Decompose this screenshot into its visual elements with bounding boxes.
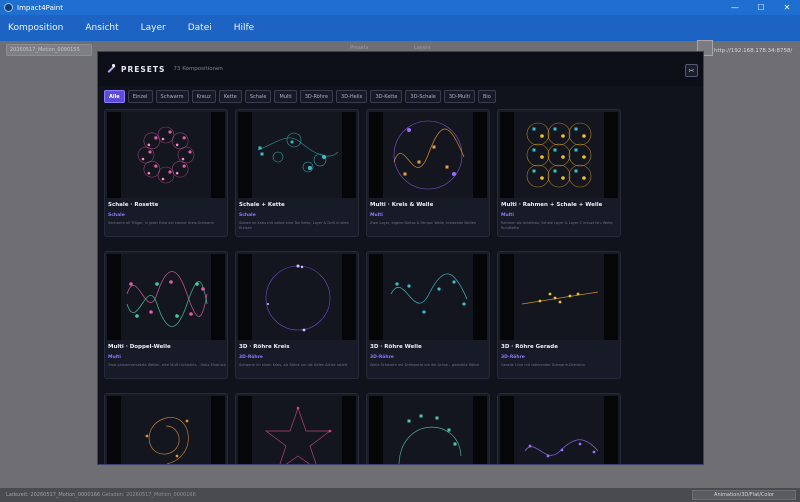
preset-category: 3D-Röhre [239,355,263,360]
minimize-button[interactable]: — [722,0,748,15]
presets-modal: PRESETS 73 Kompositionen ✂ Alle Einzel Sch… [97,51,704,465]
filter-chip[interactable]: 3D-Röhre [299,90,334,103]
preset-title: 3D · Röhre Gerade [501,344,558,350]
filter-chip[interactable]: Schwarm [155,90,189,103]
magic-wand-icon [106,64,116,74]
preset-description: Schwarm im einen Kreis, als Röhre um die… [239,363,348,367]
menu-bar: Komposition Ansicht Layer Datei Hilfe [0,15,800,41]
preset-title: Multi · Rahmen + Schale + Welle [501,202,603,208]
preset-category: 3D-Röhre [370,355,394,360]
preset-card[interactable] [497,393,621,464]
status-bar: Ladezeit: 20260517_Motion_0000166 Gelade… [0,488,800,502]
filter-chip[interactable]: 3D-Helix [336,90,368,103]
preset-thumbnail [107,254,225,340]
preset-description: Welle Schwarm mit Drehwerte um die Achse… [370,363,480,367]
filter-chip[interactable]: Alle [104,90,125,103]
app-logo-icon [4,3,13,12]
preset-thumbnail [107,112,225,198]
preset-card[interactable]: Schale + Kette Schale Sieben im Kreis mit … [235,109,359,237]
filter-chip[interactable]: Multi [274,90,297,103]
filter-chip[interactable]: Kette [218,90,242,103]
preset-card[interactable]: 3D · Röhre Kreis 3D-Röhre Schwarm im einen… [235,251,359,379]
preset-card[interactable]: Schale · Rosette Schale Sechzehn elf Träge… [104,109,228,237]
preset-thumbnail [369,254,487,340]
preset-card[interactable] [235,393,359,464]
filter-chip[interactable]: 3D-Multi [443,90,475,103]
preset-title: Schale + Kette [239,202,285,208]
preset-title: 3D · Röhre Kreis [239,344,290,350]
filter-chip[interactable]: Bio [477,90,496,103]
preset-card[interactable] [104,393,228,464]
preset-title: Schale · Rosette [108,202,159,208]
preset-thumbnail [500,112,618,198]
window-title: Impact4Paint [17,3,63,12]
preset-description: Gerade Linie mit rotierender Schwarm-Dre… [501,363,585,367]
close-window-button[interactable]: ✕ [774,0,800,15]
filter-chip[interactable]: Kreuz [191,90,216,103]
status-loaded: Geladen: 20260517_Motion_0000166 [102,492,196,498]
render-mode-button[interactable]: Animation/3D/Flat/Color [692,490,796,500]
composition-status: 20260517_Motion_0000155 [6,44,92,56]
preset-description: Sieben im Kreis mit selbst eine Ton Kett… [239,221,349,230]
filter-bar: Alle Einzel Schwarm Kreuz Kette Schale Multi 3D… [104,90,499,103]
preset-card[interactable]: Multi · Doppel-Welle Multi Zwei phasenvers… [104,251,228,379]
preset-category: Multi [501,213,514,218]
menu-hilfe[interactable]: Hilfe [234,23,254,33]
preset-thumbnail [500,254,618,340]
preset-category: Schale [239,213,256,218]
preset-title: Multi · Doppel-Welle [108,344,171,350]
presets-title: PRESETS [121,64,166,74]
preset-title: 3D · Röhre Welle [370,344,422,350]
close-presets-button[interactable]: ✂ [685,64,698,77]
preset-card[interactable]: Multi · Rahmen + Schale + Welle Multi Rahm… [497,109,621,237]
filter-chip[interactable]: 3D-Schale [405,90,441,103]
preset-thumbnail [238,254,356,340]
preset-description: Zwei Layer, eigene Deltas & Tempo: Welle… [370,221,476,225]
preset-thumbnail [500,396,618,464]
status-load-time: Ladezeit: 20260517_Motion_0000166 [6,492,101,498]
preset-card[interactable]: Multi · Kreis & Welle Multi Zwei Layer, ei… [366,109,490,237]
preset-thumbnail [369,112,487,198]
server-address: http://192.168.178.34:8758/ [714,48,793,54]
presets-grid: Schale · Rosette Schale Sechzehn elf Träge… [104,109,703,464]
preset-description: Sechzehn elf Träger, in jeder Ecke ein k… [108,221,214,225]
maximize-button[interactable]: ☐ [748,0,774,15]
preset-card[interactable] [366,393,490,464]
menu-komposition[interactable]: Komposition [8,23,63,33]
filter-chip[interactable]: 3D-Kette [370,90,403,103]
menu-layer[interactable]: Layer [141,23,166,33]
menu-ansicht[interactable]: Ansicht [85,23,118,33]
preset-category: 3D-Röhre [501,355,525,360]
preset-thumbnail [238,396,356,464]
presets-count: 73 Kompositionen [173,66,223,72]
filter-chip[interactable]: Schale [244,90,272,103]
preset-category: Multi [108,355,121,360]
filter-chip[interactable]: Einzel [127,90,153,103]
presets-header: PRESETS 73 Kompositionen ✂ [98,52,703,86]
preset-description: Zwei phasenversetzte Wellen, eine läuft … [108,363,226,367]
preset-title: Multi · Kreis & Welle [370,202,434,208]
preset-description: Rahmen als Unterbau, Schale Layer & Laye… [501,221,614,230]
window-titlebar: Impact4Paint — ☐ ✕ [0,0,800,15]
preset-category: Schale [108,213,125,218]
menu-datei[interactable]: Datei [188,23,212,33]
preset-thumbnail [107,396,225,464]
preset-card[interactable]: 3D · Röhre Welle 3D-Röhre Welle Schwarm mi… [366,251,490,379]
preset-card[interactable]: 3D · Röhre Gerade 3D-Röhre Gerade Linie mi… [497,251,621,379]
preset-thumbnail [369,396,487,464]
preset-thumbnail [238,112,356,198]
preset-category: Multi [370,213,383,218]
